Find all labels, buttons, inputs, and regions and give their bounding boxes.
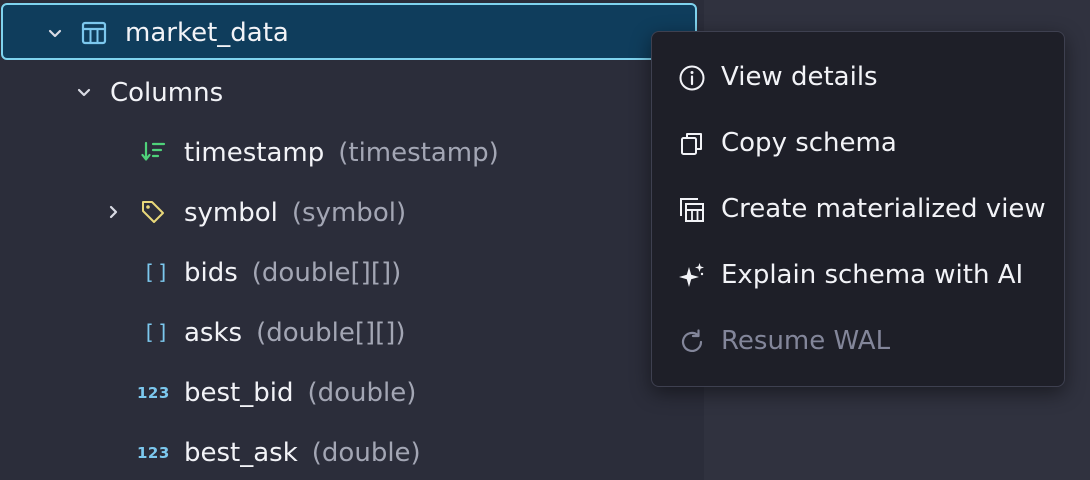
menu-item-copy-schema[interactable]: Copy schema bbox=[652, 111, 1064, 177]
menu-item-create-materialized-view[interactable]: Create materialized view bbox=[652, 177, 1064, 243]
array-icon: [] bbox=[143, 320, 172, 344]
menu-item-label: Explain schema with AI bbox=[721, 260, 1024, 290]
info-icon bbox=[679, 65, 705, 91]
sparkle-icon bbox=[679, 263, 704, 287]
table-name: market_data bbox=[125, 18, 289, 48]
column-name: best_ask bbox=[184, 438, 298, 468]
column-type: (double[][]) bbox=[256, 318, 406, 348]
table-icon bbox=[81, 21, 107, 45]
column-row[interactable]: timestamp (timestamp) bbox=[0, 123, 640, 181]
column-row[interactable]: 123 best_bid (double) bbox=[0, 363, 640, 421]
refresh-icon bbox=[681, 329, 703, 353]
column-name: asks bbox=[184, 318, 243, 348]
chevron-right-icon[interactable] bbox=[106, 204, 122, 220]
column-row[interactable]: [] asks (double[][]) bbox=[0, 303, 640, 361]
chevron-down-icon[interactable] bbox=[76, 85, 92, 101]
menu-item-view-details[interactable]: View details bbox=[652, 45, 1064, 111]
column-row[interactable]: [] bids (double[][]) bbox=[0, 243, 640, 301]
menu-item-resume-wal: Resume WAL bbox=[652, 309, 1064, 375]
columns-group-label: Columns bbox=[110, 78, 224, 108]
number-icon: 123 bbox=[137, 384, 170, 402]
tree-columns-group[interactable]: Columns bbox=[0, 64, 640, 120]
array-icon: [] bbox=[143, 260, 172, 284]
column-type: (symbol) bbox=[291, 198, 407, 228]
column-type: (double) bbox=[307, 378, 417, 408]
column-name: timestamp bbox=[184, 138, 325, 168]
tag-icon bbox=[142, 201, 164, 223]
menu-item-explain-schema-ai[interactable]: Explain schema with AI bbox=[652, 243, 1064, 309]
menu-item-label: Create materialized view bbox=[721, 194, 1046, 224]
tree-table-row-market-data[interactable]: market_data bbox=[1, 3, 697, 60]
menu-item-label: Resume WAL bbox=[721, 326, 891, 356]
schema-tree-panel: market_data Columns timestamp (timestamp) bbox=[0, 0, 704, 480]
column-name: bids bbox=[184, 258, 238, 288]
table-context-menu: View details Copy schema Create material… bbox=[651, 31, 1065, 387]
menu-item-label: View details bbox=[721, 62, 878, 92]
menu-item-label: Copy schema bbox=[721, 128, 897, 158]
column-type: (double[][]) bbox=[251, 258, 402, 288]
chevron-down-icon[interactable] bbox=[47, 26, 63, 42]
column-type: (timestamp) bbox=[338, 138, 499, 168]
materialized-view-icon bbox=[680, 198, 704, 222]
column-row[interactable]: symbol (symbol) bbox=[0, 183, 640, 241]
designated-timestamp-icon bbox=[141, 141, 166, 161]
column-type: (double) bbox=[311, 438, 421, 468]
copy-icon bbox=[681, 133, 702, 155]
column-name: best_bid bbox=[184, 378, 294, 408]
column-row[interactable]: 123 best_ask (double) bbox=[0, 423, 640, 480]
number-icon: 123 bbox=[137, 444, 170, 462]
column-name: symbol bbox=[184, 198, 278, 228]
